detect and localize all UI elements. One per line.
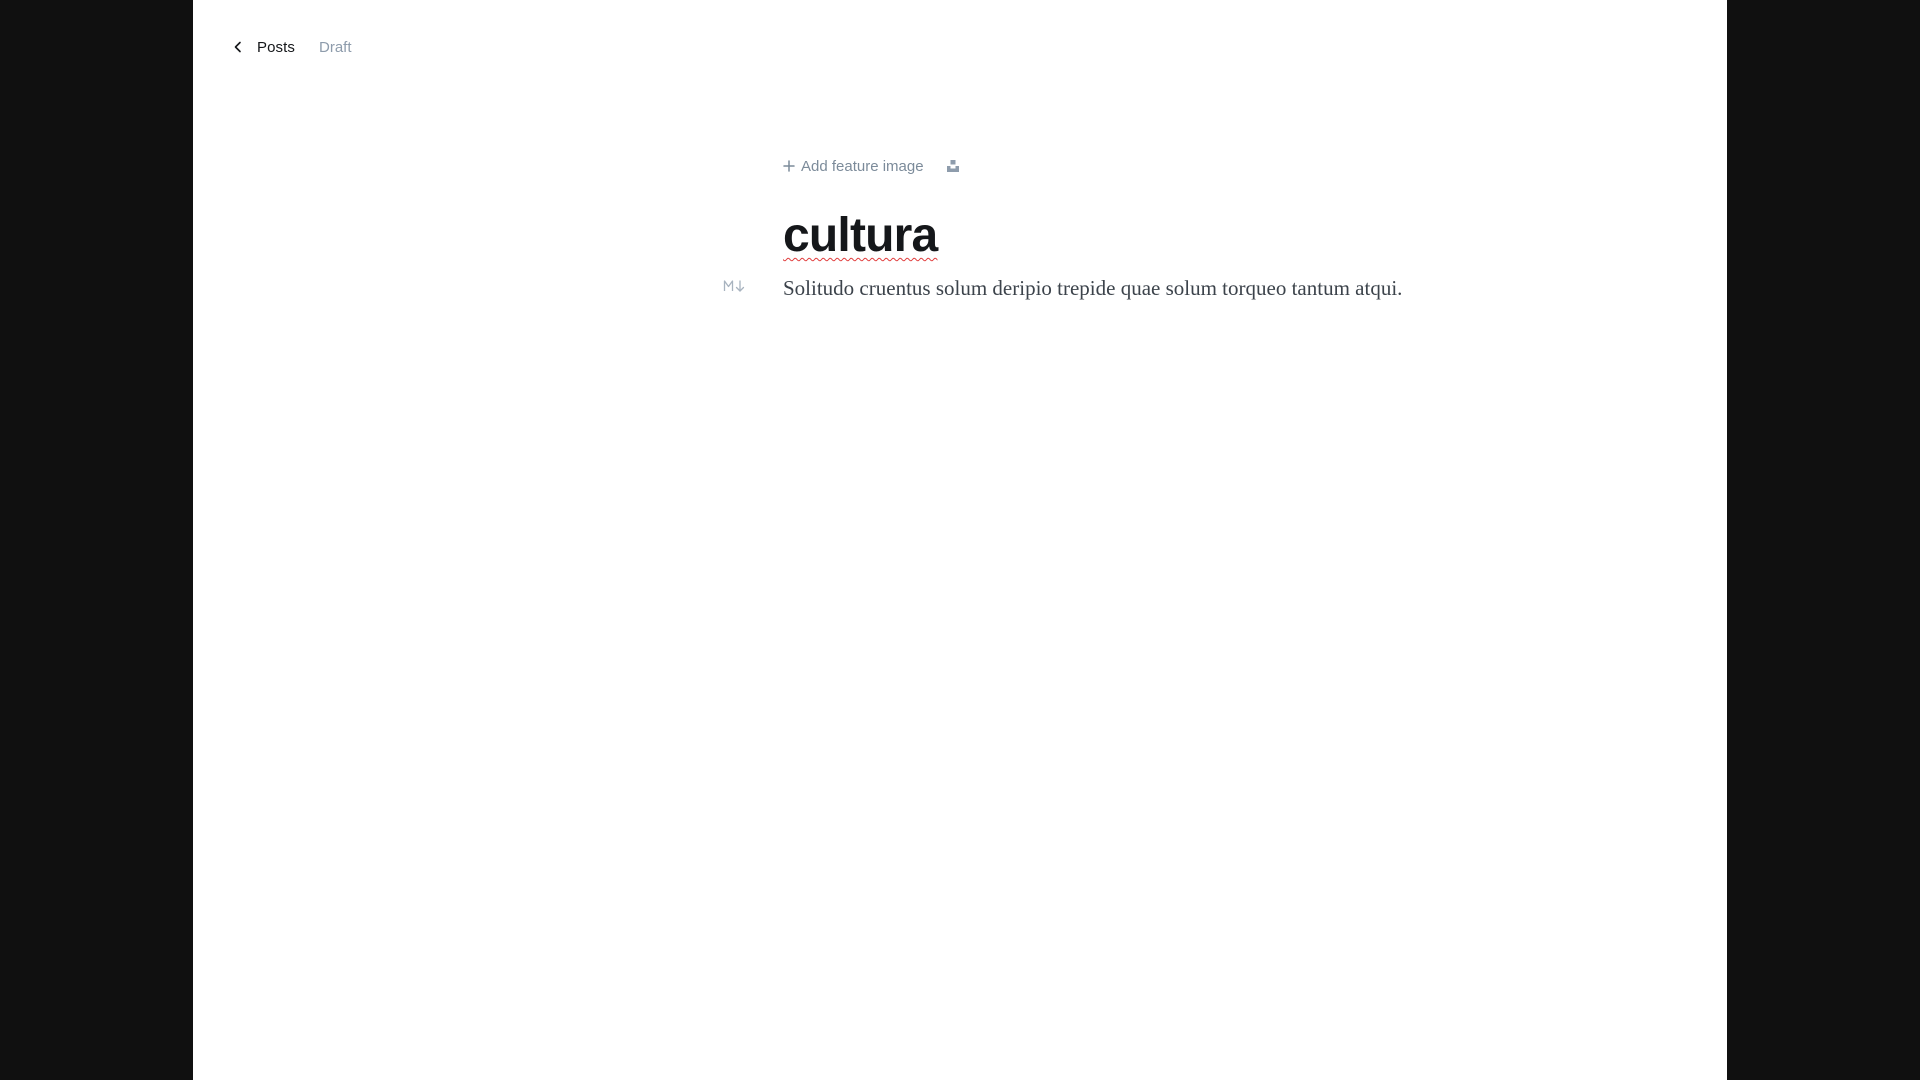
post-title-text: cultura (783, 209, 938, 262)
post-status: Draft (319, 38, 352, 56)
unsplash-icon[interactable] (946, 159, 960, 173)
editor-canvas: Posts Draft Add feature image cultura So… (193, 0, 1727, 1080)
post-title[interactable]: cultura (783, 208, 1543, 264)
add-feature-image-button[interactable]: Add feature image (783, 158, 924, 175)
markdown-icon[interactable] (723, 279, 747, 293)
post-body-paragraph[interactable]: Solitudo cruentus solum deripio trepide … (783, 272, 1543, 304)
chevron-left-icon (234, 41, 241, 53)
plus-icon (783, 160, 795, 172)
back-to-posts-link[interactable]: Posts (233, 39, 295, 56)
post-editor: Add feature image cultura Solitudo cruen… (723, 150, 1543, 304)
top-navigation: Posts Draft (233, 36, 352, 58)
back-link-label: Posts (257, 38, 296, 56)
post-body-row: Solitudo cruentus solum deripio trepide … (723, 272, 1543, 304)
feature-image-row: Add feature image (783, 150, 1543, 182)
add-feature-image-label: Add feature image (801, 157, 924, 175)
